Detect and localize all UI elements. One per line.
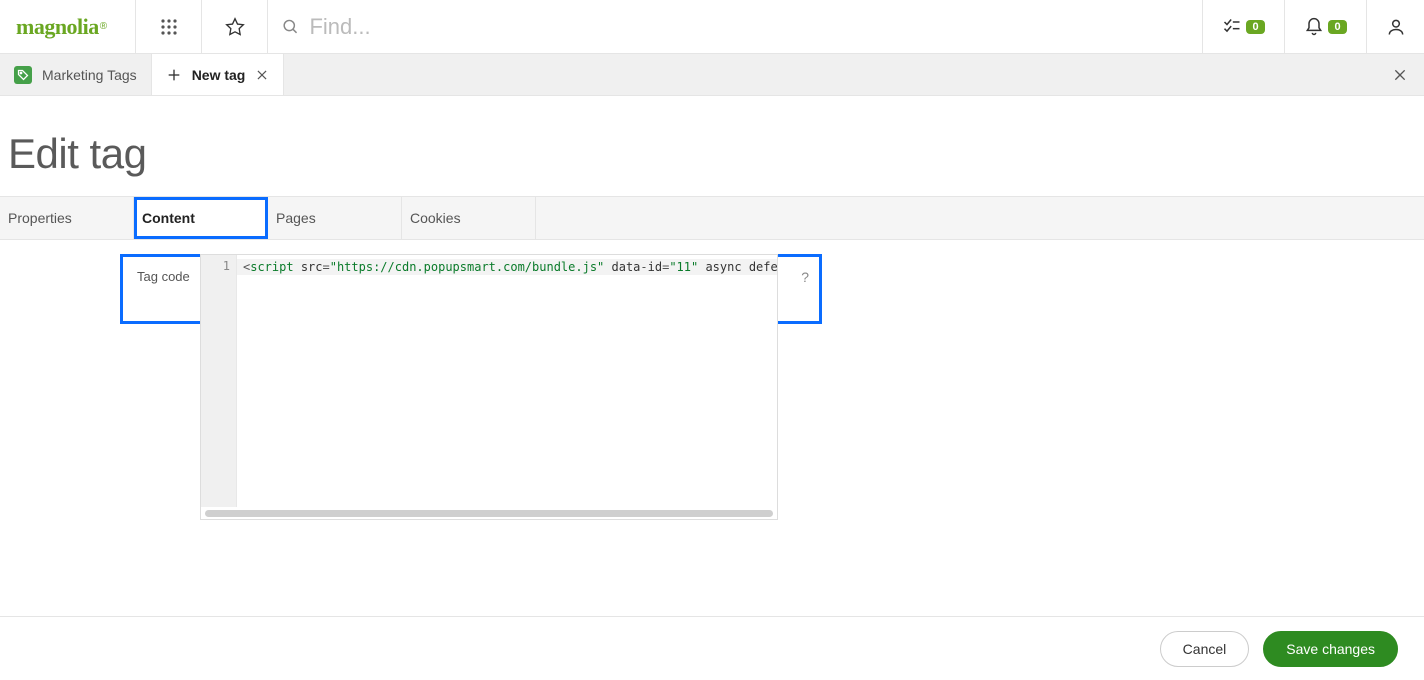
plus-icon [166, 67, 182, 83]
close-workspace-button[interactable] [1392, 67, 1408, 83]
header-right: 0 0 [1202, 0, 1424, 53]
brand-name: magnolia [16, 14, 99, 40]
code-editor[interactable]: 1 <script src="https://cdn.popupsmart.co… [200, 254, 778, 520]
tab-properties-label: Properties [8, 210, 72, 226]
tab-content[interactable]: Content [134, 197, 268, 239]
user-icon [1386, 17, 1406, 37]
tab-marketing-tags[interactable]: Marketing Tags [0, 54, 152, 95]
tab-properties[interactable]: Properties [0, 197, 134, 239]
code-body[interactable]: 1 <script src="https://cdn.popupsmart.co… [201, 255, 777, 507]
footer-actions: Cancel Save changes [0, 616, 1424, 680]
top-header: magnolia® 0 0 [0, 0, 1424, 54]
profile-button[interactable] [1366, 0, 1424, 53]
scroll-thumb[interactable] [205, 510, 773, 517]
form-area: Tag code ? 1 <script src="https://cdn.po… [0, 240, 1424, 324]
save-button[interactable]: Save changes [1263, 631, 1398, 667]
tab-pages[interactable]: Pages [268, 197, 402, 239]
notifications-badge: 0 [1328, 20, 1346, 34]
search-input[interactable] [309, 14, 1188, 40]
star-icon [225, 17, 245, 37]
tag-app-icon [14, 66, 32, 84]
tab-pages-label: Pages [276, 210, 316, 226]
bell-icon [1304, 17, 1324, 37]
notifications-button[interactable]: 0 [1284, 0, 1366, 53]
page-content: Edit tag Properties Content Pages Cookie… [0, 96, 1424, 324]
favorites-button[interactable] [202, 0, 268, 53]
code-content[interactable]: <script src="https://cdn.popupsmart.com/… [237, 255, 777, 507]
tab-marketing-label: Marketing Tags [42, 67, 137, 83]
cancel-button[interactable]: Cancel [1160, 631, 1250, 667]
search-area [268, 0, 1202, 53]
tasks-badge: 0 [1246, 20, 1264, 34]
search-icon [282, 18, 299, 36]
app-launcher-button[interactable] [136, 0, 202, 53]
registered-mark: ® [100, 21, 107, 32]
code-line-1: <script src="https://cdn.popupsmart.com/… [243, 259, 771, 275]
brand-logo[interactable]: magnolia® [0, 0, 136, 53]
horizontal-scrollbar[interactable] [201, 507, 777, 519]
tab-content-label: Content [142, 210, 195, 226]
tasks-button[interactable]: 0 [1202, 0, 1284, 53]
tab-spacer [536, 197, 1424, 239]
checklist-icon [1222, 17, 1242, 37]
grid-icon [160, 18, 178, 36]
help-button[interactable]: ? [801, 269, 809, 285]
tab-new-tag[interactable]: New tag [152, 54, 285, 95]
tab-new-tag-label: New tag [192, 67, 246, 83]
page-title: Edit tag [0, 96, 1424, 196]
detail-tabs: Properties Content Pages Cookies [0, 196, 1424, 240]
tab-close-button[interactable] [255, 68, 269, 82]
close-icon [1392, 67, 1408, 83]
line-gutter: 1 [201, 255, 237, 507]
workspace-tabs: Marketing Tags New tag [0, 54, 1424, 96]
tag-code-label: Tag code [137, 269, 192, 284]
tab-cookies-label: Cookies [410, 210, 461, 226]
close-icon [255, 68, 269, 82]
tab-cookies[interactable]: Cookies [402, 197, 536, 239]
line-number-1: 1 [201, 259, 230, 273]
